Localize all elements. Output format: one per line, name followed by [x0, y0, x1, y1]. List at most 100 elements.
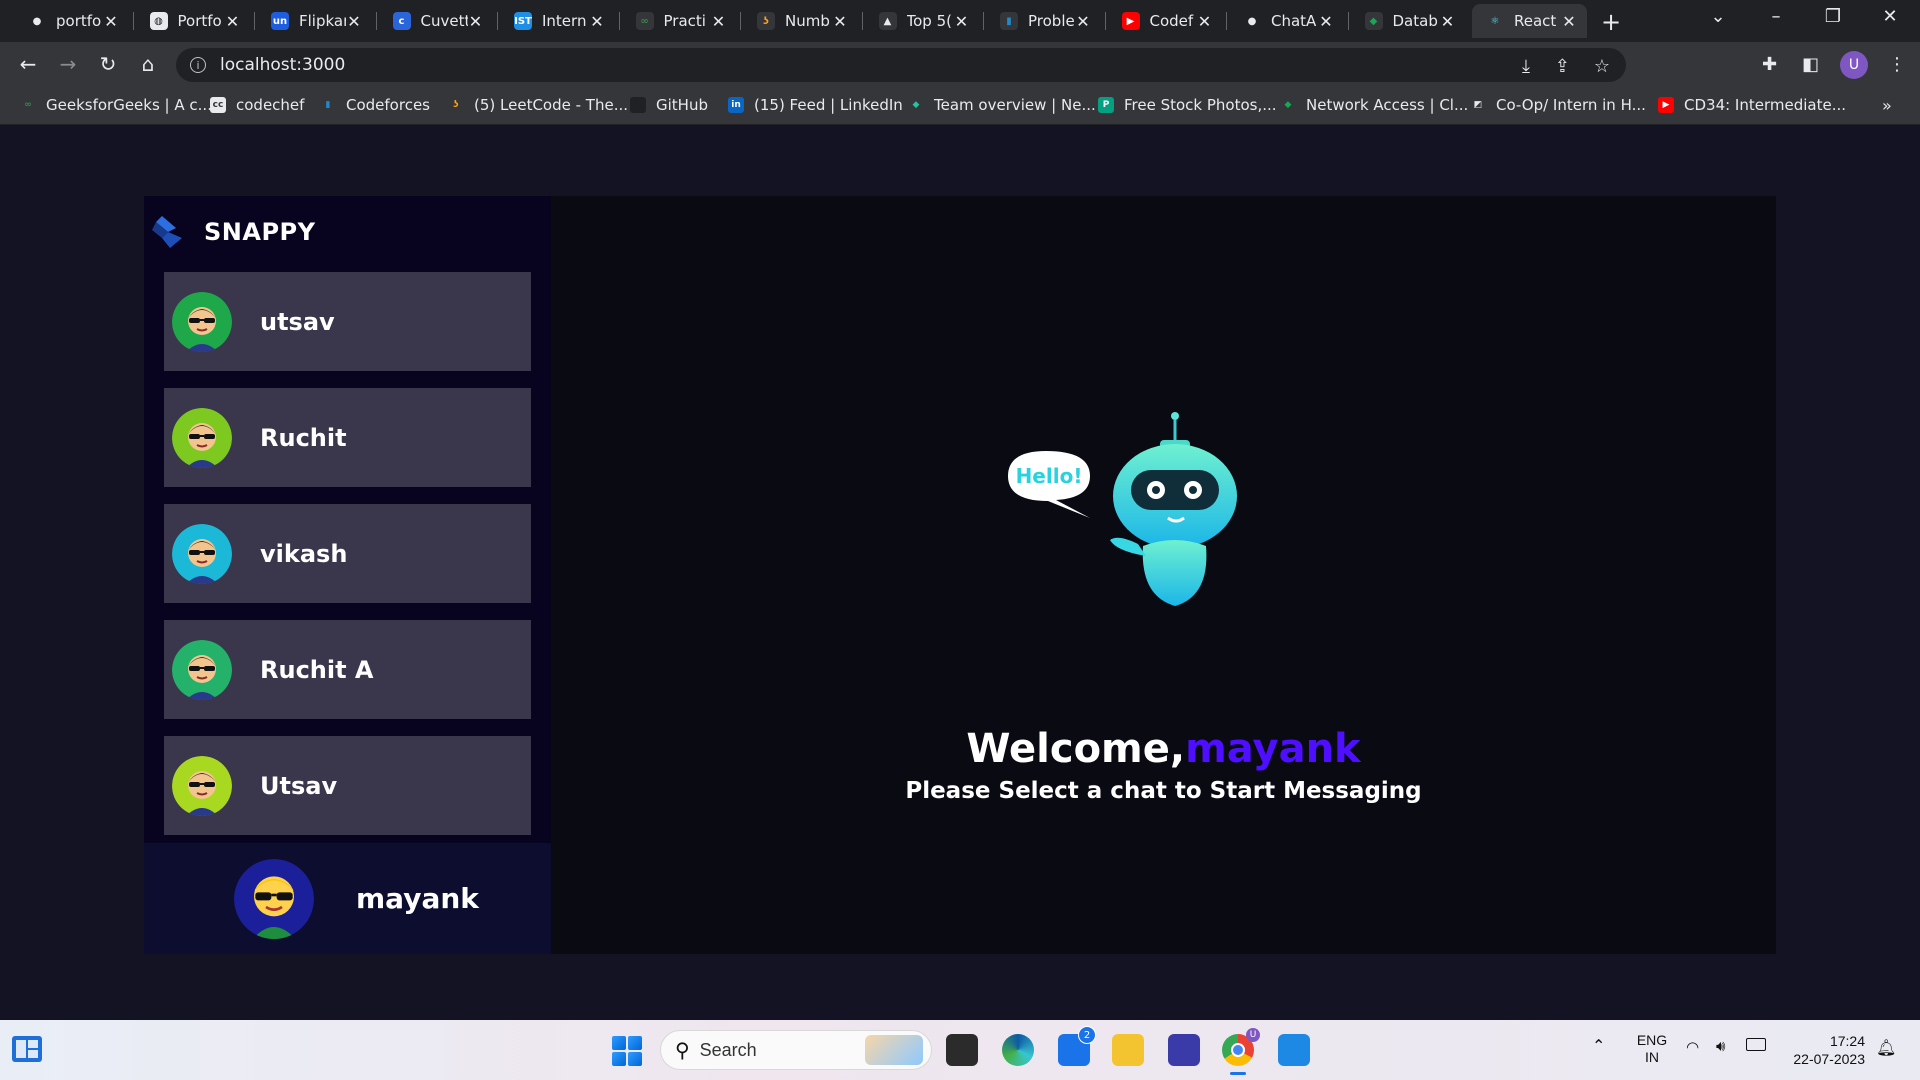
robot-speech-text: Hello!: [1016, 464, 1083, 488]
contact-avatar: [172, 291, 232, 352]
linkedin-icon: in: [728, 97, 744, 113]
tab-close-icon[interactable]: ✕: [711, 12, 727, 31]
snappy-logo: [152, 216, 182, 248]
url-text: localhost:3000: [220, 55, 346, 75]
bookmark-label: CD34: Intermediate...: [1684, 96, 1847, 114]
side-panel-icon[interactable]: ◧: [1802, 54, 1819, 75]
chrome-profile-badge: U: [1246, 1028, 1260, 1042]
mail-badge: 2: [1078, 1026, 1096, 1044]
netlify-icon: ◆: [912, 100, 920, 110]
mongodb-icon: ◆: [1284, 100, 1292, 110]
bookmark-item[interactable]: ▮ Codeforces: [320, 96, 430, 114]
profile-avatar[interactable]: U: [1840, 51, 1868, 79]
bookmark-item[interactable]: cc codechef: [210, 96, 304, 114]
tray-overflow-chevron-icon[interactable]: ⌃: [1592, 1036, 1605, 1055]
tab-separator: [618, 12, 620, 30]
bookmark-item[interactable]: ʖ (5) LeetCode - The...: [448, 96, 628, 114]
widgets-icon[interactable]: [12, 1036, 42, 1062]
restore-button[interactable]: ❐: [1813, 6, 1853, 27]
tab-close-icon[interactable]: ✕: [1075, 12, 1091, 31]
browser-tab[interactable]: ● ChatA ✕: [1229, 4, 1344, 38]
tab-close-icon[interactable]: ✕: [1561, 12, 1577, 31]
contact-item[interactable]: Ruchit A: [164, 620, 531, 719]
extensions-icon[interactable]: ✚: [1762, 54, 1777, 75]
contact-item[interactable]: Ruchit: [164, 388, 531, 487]
new-tab-button[interactable]: +: [1598, 8, 1624, 36]
bookmark-item[interactable]: ∞ GeeksforGeeks | A c...: [20, 96, 212, 114]
notifications-icon[interactable]: 🔔︎: [1876, 1038, 1896, 1057]
contact-item[interactable]: utsav: [164, 272, 531, 371]
tab-close-icon[interactable]: ✕: [225, 12, 241, 31]
tab-close-icon[interactable]: ✕: [103, 12, 119, 31]
clock-time: 17:24: [1829, 1033, 1865, 1049]
editor-app-icon[interactable]: [1168, 1034, 1200, 1066]
browser-tab[interactable]: c Cuvett ✕: [379, 4, 494, 38]
browser-tab[interactable]: ⚛ React ✕: [1472, 4, 1587, 38]
wifi-icon[interactable]: ◠: [1686, 1038, 1699, 1056]
bookmarks-overflow-button[interactable]: »: [1882, 96, 1892, 115]
browser-tab[interactable]: ▶ Codef ✕: [1108, 4, 1223, 38]
share-icon[interactable]: ⇪: [1555, 56, 1570, 77]
pexels-icon: P: [1098, 97, 1114, 113]
tab-close-icon[interactable]: ✕: [1197, 12, 1213, 31]
contact-item[interactable]: vikash: [164, 504, 531, 603]
browser-toolbar: ← → ↻ ⌂ i localhost:3000 ⤓ ⇪ ☆ ✚ ◧ U ⋮: [0, 42, 1920, 88]
tab-close-icon[interactable]: ✕: [1318, 12, 1334, 31]
edge-icon[interactable]: [1002, 1034, 1034, 1066]
menu-kebab-icon[interactable]: ⋮: [1888, 54, 1906, 75]
tab-close-icon[interactable]: ✕: [1440, 12, 1456, 31]
chrome-icon[interactable]: U: [1222, 1028, 1260, 1075]
tab-close-icon[interactable]: ✕: [954, 12, 970, 31]
minimize-button[interactable]: –: [1756, 6, 1796, 27]
bookmark-item[interactable]: P Free Stock Photos,...: [1098, 96, 1277, 114]
contact-avatar: [172, 755, 232, 816]
browser-tab[interactable]: ◆ Datab ✕: [1351, 4, 1466, 38]
forward-button[interactable]: →: [54, 52, 82, 76]
task-view-icon[interactable]: [946, 1034, 978, 1066]
bookmark-item[interactable]: ◩ Co-Op/ Intern in H...: [1470, 96, 1646, 114]
bookmark-label: Co-Op/ Intern in H...: [1496, 96, 1646, 114]
battery-icon[interactable]: [1746, 1038, 1766, 1051]
home-button[interactable]: ⌂: [134, 52, 162, 76]
browser-tab[interactable]: ● portfo ✕: [14, 4, 129, 38]
tab-search-chevron-icon[interactable]: ⌄: [1698, 6, 1738, 27]
browser-tab[interactable]: ◍ Portfo ✕: [136, 4, 251, 38]
address-bar[interactable]: i localhost:3000 ⤓ ⇪ ☆: [176, 48, 1626, 82]
browser-tab[interactable]: ∞ Practi ✕: [622, 4, 737, 38]
welcome-panel: Hello! Welcome,mayank Please Select a ch…: [551, 196, 1776, 954]
close-window-button[interactable]: ✕: [1870, 6, 1910, 27]
mail-icon[interactable]: 2: [1058, 1026, 1096, 1066]
install-app-icon[interactable]: ⤓: [1522, 56, 1530, 77]
bookmark-item[interactable]: ◆ Team overview | Ne...: [908, 96, 1096, 114]
bookmark-item[interactable]: ◆ Network Access | Cl...: [1280, 96, 1469, 114]
bookmark-label: Codeforces: [346, 96, 430, 114]
tab-close-icon[interactable]: ✕: [589, 12, 605, 31]
start-button[interactable]: [612, 1036, 642, 1066]
system-clock[interactable]: 17:24 22-07-2023: [1785, 1032, 1865, 1068]
taskbar-search[interactable]: ⚲ Search: [660, 1030, 932, 1070]
browser-tab[interactable]: IST Intern ✕: [500, 4, 615, 38]
tab-close-icon[interactable]: ✕: [468, 12, 484, 31]
globe-icon: ◍: [149, 12, 168, 30]
bookmark-item[interactable]: ▶ CD34: Intermediate...: [1658, 96, 1846, 114]
back-button[interactable]: ←: [14, 52, 42, 76]
reload-button[interactable]: ↻: [94, 52, 122, 76]
browser-tab[interactable]: un Flipkar ✕: [257, 4, 372, 38]
vscode-icon[interactable]: [1278, 1034, 1310, 1066]
geeksforgeeks-icon: ∞: [24, 100, 32, 110]
file-explorer-icon[interactable]: [1112, 1034, 1144, 1066]
site-info-icon[interactable]: i: [190, 57, 206, 73]
bookmark-item[interactable]: ● GitHub: [630, 96, 708, 114]
browser-tab[interactable]: ▲ Top 5(✕: [865, 4, 980, 38]
browser-tab[interactable]: ʖ Numb ✕: [743, 4, 858, 38]
bookmark-star-icon[interactable]: ☆: [1594, 56, 1610, 77]
volume-icon[interactable]: 🔊︎: [1716, 1037, 1725, 1055]
bookmark-item[interactable]: in (15) Feed | LinkedIn: [728, 96, 903, 114]
browser-tab[interactable]: ▮ Proble ✕: [986, 4, 1101, 38]
tab-separator: [1226, 12, 1227, 30]
tab-close-icon[interactable]: ✕: [346, 12, 362, 31]
language-indicator[interactable]: ENG IN: [1634, 1032, 1670, 1066]
geeksforgeeks-icon: ∞: [635, 12, 654, 30]
tab-close-icon[interactable]: ✕: [832, 12, 848, 31]
contact-item[interactable]: Utsav: [164, 736, 531, 835]
